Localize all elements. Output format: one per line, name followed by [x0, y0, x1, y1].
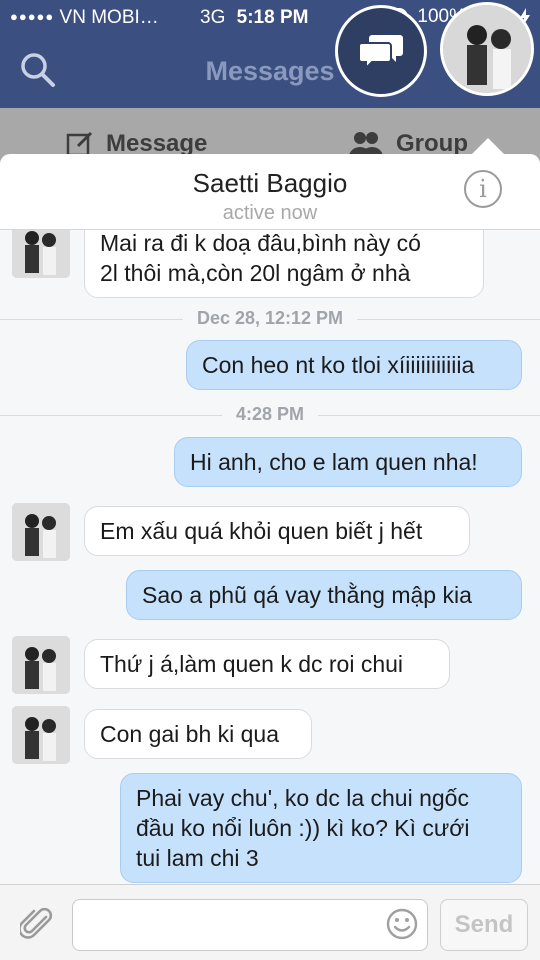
paperclip-icon[interactable] — [20, 907, 54, 943]
timestamp-divider: Dec 28, 12:12 PM — [0, 308, 540, 330]
message-line: Em xấu quá khỏi quen biết j hết — [100, 518, 423, 544]
sender-avatar — [12, 706, 70, 764]
network-type: 3G — [200, 7, 226, 28]
contact-status: active now — [222, 202, 318, 224]
chat-bubbles-icon — [358, 35, 403, 71]
message-bubble-incoming[interactable]: Mai ra đi k doạ đâu,bình này có 2l thôi … — [84, 230, 484, 298]
message-bubble-incoming[interactable]: Em xấu quá khỏi quen biết j hết — [84, 506, 470, 556]
message-line: 2l thôi mà,còn 20l ngâm ở nhà — [100, 260, 411, 286]
message-line: Con gai bh ki qua — [100, 721, 280, 747]
message-thread[interactable]: Mai ra đi k doạ đâu,bình này có 2l thôi … — [0, 230, 540, 884]
message-line: Con heo nt ko tloi xíiiiiiiiiiiia — [202, 352, 475, 378]
message-bubble-incoming[interactable]: Con gai bh ki qua — [84, 709, 312, 759]
message-bubble-outgoing[interactable]: Hi anh, cho e lam quen nha! — [174, 437, 522, 487]
message-line: đầu ko nổi luôn :)) kì ko? Kì cưới — [136, 815, 470, 841]
message-line: Sao a phũ qá vay thằng mập kia — [142, 582, 472, 608]
message-bubble-incoming[interactable]: Thứ j á,làm quen k dc roi chui — [84, 639, 450, 689]
timestamp-label: 4:28 PM — [221, 404, 319, 424]
carrier-name: VN MOBI… — [59, 7, 159, 28]
timestamp-label: Dec 28, 12:12 PM — [182, 308, 358, 328]
contact-chat-head-avatar[interactable] — [440, 2, 534, 96]
sender-avatar — [12, 230, 70, 278]
message-line: Thứ j á,làm quen k dc roi chui — [100, 651, 404, 677]
sender-avatar — [12, 503, 70, 561]
message-line: Mai ra đi k doạ đâu,bình này có — [100, 230, 421, 256]
smiley-icon[interactable] — [386, 908, 418, 940]
carrier-info: ●●●●● VN MOBI… — [10, 7, 159, 29]
status-center: 3G 5:18 PM — [200, 7, 308, 29]
signal-strength: ●●●●● — [10, 9, 55, 24]
info-icon[interactable]: i — [464, 170, 502, 208]
message-line: Phai vay chu', ko dc la chui ngốc — [136, 785, 469, 811]
message-input[interactable] — [72, 899, 428, 951]
timestamp-divider: 4:28 PM — [0, 404, 540, 426]
composer-bar: Send — [0, 884, 540, 960]
send-button[interactable]: Send — [440, 899, 528, 951]
message-bubble-outgoing[interactable]: Phai vay chu', ko dc la chui ngốc đầu ko… — [120, 773, 522, 883]
message-bubble-outgoing[interactable]: Sao a phũ qá vay thằng mập kia — [126, 570, 522, 620]
message-bubble-outgoing[interactable]: Con heo nt ko tloi xíiiiiiiiiiiia — [186, 340, 522, 390]
chat-heads-button[interactable] — [335, 5, 427, 97]
conversation-header: Saetti Baggio active now i — [0, 154, 540, 230]
contact-name[interactable]: Saetti Baggio — [0, 168, 540, 199]
message-line: tui lam chi 3 — [136, 845, 259, 871]
clock: 5:18 PM — [236, 7, 309, 28]
sender-avatar — [12, 636, 70, 694]
message-line: Hi anh, cho e lam quen nha! — [190, 449, 478, 475]
